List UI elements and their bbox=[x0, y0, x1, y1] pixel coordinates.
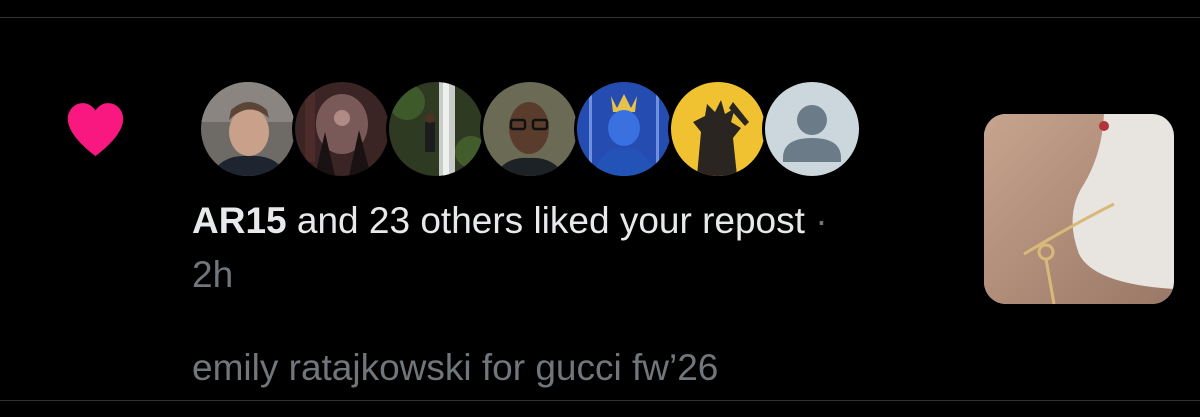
heart-icon bbox=[67, 103, 124, 157]
post-text: emily ratajkowski for gucci fw’26 bbox=[192, 347, 719, 388]
avatar[interactable] bbox=[668, 79, 768, 179]
like-notification[interactable]: AR15 and 23 others liked your repost · 2… bbox=[0, 18, 1200, 400]
avatar[interactable] bbox=[386, 79, 486, 179]
timestamp: 2h bbox=[192, 254, 234, 295]
avatar-photo-yellow-king bbox=[671, 82, 765, 176]
avatar[interactable] bbox=[292, 79, 392, 179]
post-thumbnail[interactable] bbox=[984, 114, 1174, 304]
avatar[interactable] bbox=[480, 79, 580, 179]
action-text: and 23 others liked your repost bbox=[286, 200, 805, 241]
avatar[interactable] bbox=[762, 79, 862, 179]
avatar-photo-dark-art bbox=[295, 82, 389, 176]
avatar[interactable] bbox=[574, 79, 674, 179]
avatar[interactable] bbox=[198, 79, 298, 179]
avatar-photo-man-glasses bbox=[483, 82, 577, 176]
avatar-photo-blue-statue bbox=[577, 82, 671, 176]
separator: · bbox=[804, 200, 828, 241]
bottom-divider bbox=[0, 400, 1200, 401]
user-name-link[interactable]: AR15 bbox=[192, 200, 287, 241]
avatar-photo-waterfall bbox=[389, 82, 483, 176]
post-image-thumbnail bbox=[984, 114, 1174, 304]
default-avatar-icon bbox=[765, 82, 859, 176]
avatar-photo-man bbox=[201, 82, 295, 176]
notification-text: AR15 and 23 others liked your repost · 2… bbox=[192, 194, 852, 302]
